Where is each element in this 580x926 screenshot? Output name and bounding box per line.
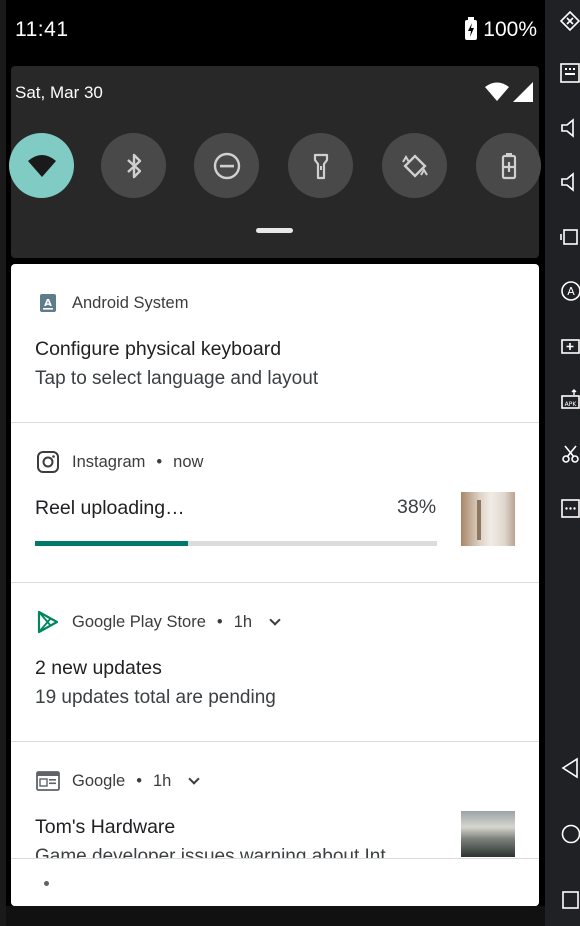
separator-dot: • bbox=[156, 452, 163, 471]
rotate-icon[interactable] bbox=[559, 226, 580, 248]
reel-thumbnail bbox=[461, 492, 515, 546]
notification-title: 2 new updates bbox=[35, 657, 162, 679]
separator-dot: • bbox=[216, 612, 223, 631]
expand-handle[interactable] bbox=[256, 228, 293, 233]
auto-rotate-tile[interactable] bbox=[382, 133, 447, 198]
upload-percent: 38% bbox=[397, 496, 437, 518]
screenshot-icon[interactable] bbox=[559, 334, 580, 356]
back-nav-icon[interactable] bbox=[559, 757, 580, 779]
upload-progress-fill bbox=[35, 541, 188, 546]
volume-up-icon[interactable] bbox=[559, 117, 580, 139]
svg-text:A: A bbox=[44, 298, 52, 309]
battery-saver-tile[interactable] bbox=[476, 133, 541, 198]
dnd-tile[interactable] bbox=[194, 133, 259, 198]
cut-icon[interactable] bbox=[559, 443, 580, 465]
notification-footer bbox=[11, 858, 539, 906]
wifi-icon bbox=[27, 154, 56, 177]
cell-signal-icon bbox=[513, 82, 533, 102]
notification-text: 19 updates total are pending bbox=[35, 687, 276, 708]
expand-chevron-icon[interactable] bbox=[188, 772, 201, 785]
svg-text:APK: APK bbox=[565, 401, 578, 408]
upload-title: Reel uploading… bbox=[35, 497, 185, 519]
notification-time: now bbox=[173, 452, 204, 471]
do-not-disturb-icon bbox=[213, 152, 240, 179]
separator-dot: • bbox=[136, 771, 142, 790]
battery-status: 100% bbox=[465, 17, 537, 42]
notification-title: Tom's Hardware bbox=[35, 816, 176, 838]
notification-text: Tap to select language and layout bbox=[35, 368, 319, 389]
quick-settings-panel: Sat, Mar 30 bbox=[9, 66, 541, 258]
auto-rotate-icon bbox=[401, 153, 428, 178]
date-label[interactable]: Sat, Mar 30 bbox=[15, 83, 103, 103]
android-system-icon: A bbox=[35, 290, 61, 316]
notification-android-system[interactable]: A Android System Configure physical keyb… bbox=[11, 264, 539, 423]
signal-indicators bbox=[485, 82, 533, 102]
wifi-status-icon bbox=[485, 82, 509, 101]
upload-progress-bar bbox=[35, 541, 437, 546]
notification-time: 1h bbox=[153, 771, 172, 790]
play-store-icon bbox=[35, 609, 61, 635]
notification-header: A Android System bbox=[35, 290, 188, 316]
flashlight-tile[interactable] bbox=[288, 133, 353, 198]
background-strip bbox=[0, 0, 6, 926]
more-options-icon[interactable] bbox=[559, 497, 580, 519]
status-bar: 11:41 100% bbox=[6, 0, 545, 62]
bluetooth-icon bbox=[126, 153, 141, 178]
bluetooth-tile[interactable] bbox=[101, 133, 166, 198]
home-nav-icon[interactable] bbox=[559, 823, 580, 845]
accessibility-icon[interactable]: A bbox=[559, 280, 580, 302]
keyboard-icon[interactable] bbox=[559, 62, 580, 84]
wifi-tile[interactable] bbox=[9, 133, 74, 198]
notification-header: Google • 1h bbox=[35, 768, 201, 794]
google-news-icon bbox=[35, 768, 61, 794]
overview-nav-icon[interactable] bbox=[559, 889, 580, 911]
notification-time: 1h bbox=[233, 612, 253, 631]
notification-play-store[interactable]: Google Play Store • 1h 2 new updates 19 … bbox=[11, 583, 539, 742]
close-emulator-icon[interactable] bbox=[559, 10, 580, 32]
emulator-toolbar: A APK bbox=[545, 0, 580, 926]
article-thumbnail bbox=[461, 811, 515, 857]
app-name: Google Play Store bbox=[72, 612, 206, 631]
expand-chevron-icon[interactable] bbox=[269, 613, 281, 626]
app-dock-peek bbox=[6, 906, 545, 926]
install-apk-icon[interactable]: APK bbox=[559, 388, 580, 410]
notification-header: Google Play Store • 1h bbox=[35, 609, 281, 635]
app-name: Android System bbox=[72, 293, 189, 312]
overflow-dot-icon bbox=[44, 881, 49, 886]
volume-down-icon[interactable] bbox=[559, 171, 580, 193]
clock: 11:41 bbox=[15, 18, 69, 41]
app-name: Instagram bbox=[72, 452, 146, 471]
app-name: Google bbox=[72, 771, 126, 790]
notification-title: Configure physical keyboard bbox=[35, 338, 282, 360]
notification-shade: A Android System Configure physical keyb… bbox=[11, 264, 539, 906]
svg-text:A: A bbox=[567, 285, 575, 298]
flashlight-icon bbox=[313, 153, 328, 179]
battery-percent: 100% bbox=[483, 18, 537, 41]
instagram-icon bbox=[35, 449, 61, 475]
notification-header: Instagram • now bbox=[35, 449, 203, 475]
battery-charging-icon bbox=[465, 17, 478, 40]
battery-saver-icon bbox=[501, 152, 516, 179]
